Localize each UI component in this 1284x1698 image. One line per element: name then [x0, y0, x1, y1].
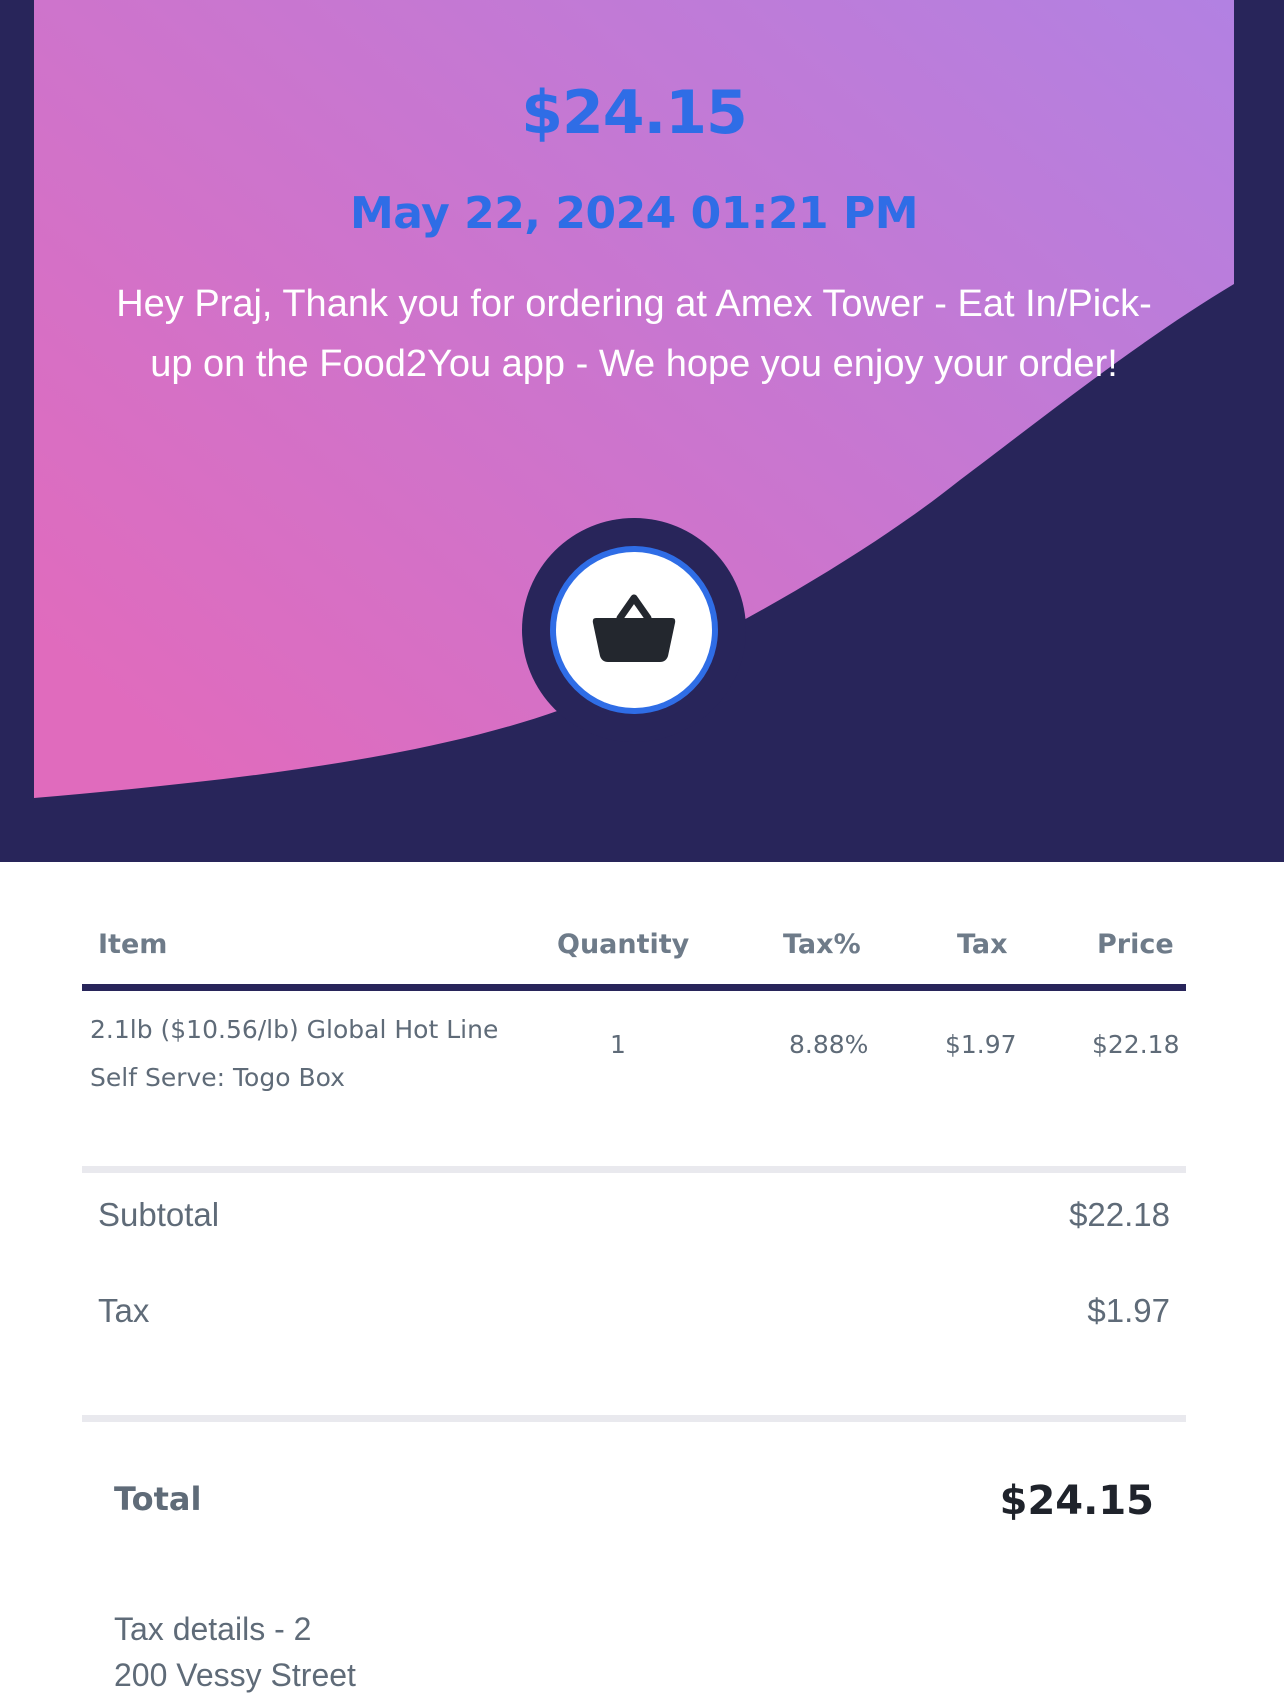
item-tax-percent: 8.88%: [789, 1030, 869, 1059]
column-header-item: Item: [98, 929, 168, 960]
summary-divider: [82, 1415, 1186, 1422]
column-header-quantity: Quantity: [557, 929, 690, 960]
tax-value: $1.97: [1087, 1292, 1170, 1329]
item-quantity: 1: [610, 1030, 626, 1059]
receipt-hero: $24.15 May 22, 2024 01:21 PM Hey Praj, T…: [0, 0, 1284, 862]
column-header-price: Price: [1097, 929, 1174, 960]
subtotal-value: $22.18: [1069, 1196, 1170, 1233]
column-header-tax: Tax: [957, 929, 1008, 960]
item-price: $22.18: [1092, 1030, 1180, 1059]
item-name: 2.1lb ($10.56/lb) Global Hot Line Self S…: [90, 1015, 499, 1092]
tax-details: Tax details - 2 200 Vessy Street: [114, 1606, 356, 1698]
column-header-tax-percent: Tax%: [783, 929, 861, 960]
total-value: $24.15: [999, 1478, 1154, 1524]
order-datetime: May 22, 2024 01:21 PM: [349, 188, 919, 239]
order-amount: $24.15: [521, 78, 748, 148]
row-divider: [82, 1166, 1186, 1173]
thank-you-message: Hey Praj, Thank you for ordering at Amex…: [116, 283, 1152, 385]
total-label: Total: [114, 1480, 202, 1518]
subtotal-label: Subtotal: [98, 1196, 220, 1233]
tax-details-title: Tax details - 2: [114, 1611, 312, 1647]
tax-label: Tax: [98, 1292, 150, 1329]
header-divider: [82, 984, 1186, 991]
shopping-basket-icon: [592, 594, 676, 662]
item-tax: $1.97: [945, 1030, 1017, 1059]
tax-details-address: 200 Vessy Street: [114, 1657, 356, 1693]
